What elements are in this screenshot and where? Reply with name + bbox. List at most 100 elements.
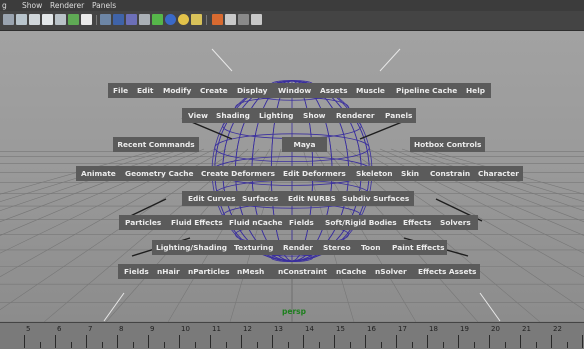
xray-joints-icon[interactable] [225,14,236,25]
frame-subtick [380,342,382,348]
menu-renderer[interactable]: Renderer [50,0,84,11]
hotbox-menu-constrain[interactable]: Constrain [430,166,470,181]
hotbox-menu-edit-curves[interactable]: Edit Curves [188,191,236,206]
hotbox-menu-lighting-shading[interactable]: Lighting/Shading [156,240,227,255]
hotbox-menu-show[interactable]: Show [303,108,326,123]
frame-subtick [287,342,289,348]
frame-subtick [132,342,134,348]
hotbox-menu-render[interactable]: Render [283,240,313,255]
hotbox-menu-effects[interactable]: Effects [403,215,431,230]
isolate-select-icon[interactable] [212,14,223,25]
perspective-viewport[interactable]: File Edit Modify Create Display Window A… [0,31,584,322]
hotbox-menu-edit[interactable]: Edit [137,83,153,98]
hotbox-center-maya[interactable]: Maya [282,137,327,152]
hotbox-menu-effects-assets[interactable]: Effects Assets [418,264,476,279]
hotbox-menu-view[interactable]: View [188,108,208,123]
time-slider[interactable]: 567891011121314151617181920212223 [0,322,584,349]
frame-number: 21 [522,325,531,333]
hotbox-menu-nsolver[interactable]: nSolver [375,264,407,279]
film-gate-icon[interactable] [68,14,79,25]
hotbox-menu-display[interactable]: Display [237,83,267,98]
hotbox-menu-muscle[interactable]: Muscle [356,83,385,98]
hotbox-menu-toon[interactable]: Toon [361,240,380,255]
hotbox-menu-assets[interactable]: Assets [320,83,347,98]
hotbox-menu-file[interactable]: File [113,83,128,98]
frame-tick [241,335,242,348]
menu-show[interactable]: Show [22,0,42,11]
highlight-line [479,292,501,322]
hotbox-menu-nparticles[interactable]: nParticles [188,264,230,279]
xray-icon[interactable] [139,14,150,25]
hotbox-menu-panels[interactable]: Panels [385,108,412,123]
frame-subtick [101,342,103,348]
frame-tick [55,335,56,348]
menu-panels[interactable]: Panels [92,0,116,11]
hotbox-menu-edit-nurbs[interactable]: Edit NURBS [288,191,336,206]
hotbox-menu-animate[interactable]: Animate [81,166,116,181]
shadows-icon[interactable] [191,14,202,25]
hotbox-menu-lighting[interactable]: Lighting [259,108,293,123]
hotbox-menu-fluid-effects[interactable]: Fluid Effects [171,215,223,230]
frame-number: 5 [26,325,31,333]
textured-icon[interactable] [152,14,163,25]
hotbox-menu-surfaces[interactable]: Surfaces [242,191,278,206]
frame-tick [489,335,490,348]
snap-tool-icon[interactable] [251,14,262,25]
xray-active-icon[interactable] [238,14,249,25]
hotbox-menu-window[interactable]: Window [278,83,311,98]
hotbox-menu-skin[interactable]: Skin [401,166,419,181]
hotbox-menu-particles[interactable]: Particles [125,215,161,230]
hotbox-menu-renderer[interactable]: Renderer [336,108,375,123]
hotbox-panel-menu-row: View Shading Lighting Show Renderer Pane… [182,108,416,123]
hotbox-main-menu-row: File Edit Modify Create Display Window A… [108,83,491,98]
frame-number: 12 [243,325,252,333]
hotbox-menu-edit-deformers[interactable]: Edit Deformers [283,166,346,181]
hotbox-menu-fields[interactable]: Fields [289,215,314,230]
frame-subtick [442,342,444,348]
hotbox-menu-geometry-cache[interactable]: Geometry Cache [125,166,194,181]
hotbox-menu-ncache[interactable]: nCache [336,264,366,279]
frame-number: 17 [398,325,407,333]
frame-number: 8 [119,325,124,333]
bookmark-icon[interactable] [29,14,40,25]
hotbox-menu-help[interactable]: Help [466,83,485,98]
hotbox-menu-nmesh[interactable]: nMesh [237,264,264,279]
wireframe-icon[interactable] [100,14,111,25]
hotbox-menu-create[interactable]: Create [200,83,228,98]
hotbox-controls[interactable]: Hotbox Controls [410,137,485,152]
grid-icon[interactable] [55,14,66,25]
menu-truncated[interactable]: g [2,0,7,11]
hotbox-menu-skeleton[interactable]: Skeleton [356,166,392,181]
hotbox-menu-shading[interactable]: Shading [216,108,250,123]
frame-subtick [194,342,196,348]
hotbox-menu-pipeline-cache[interactable]: Pipeline Cache [396,83,457,98]
hotbox-dynamics-menu-row: Particles Fluid Effects Fluid nCache Fie… [119,215,478,230]
hotbox-menu-fields-n[interactable]: Fields [124,264,149,279]
hotbox-recent-commands[interactable]: Recent Commands [113,137,199,152]
smooth-shade-icon[interactable] [113,14,124,25]
hotbox-menu-nhair[interactable]: nHair [157,264,180,279]
hotbox-menu-create-deformers[interactable]: Create Deformers [201,166,275,181]
hotbox-menu-modify[interactable]: Modify [163,83,191,98]
frame-tick [396,335,397,348]
frame-subtick [225,342,227,348]
camera-attributes-icon[interactable] [16,14,27,25]
lights-icon[interactable] [165,14,176,25]
hotbox-menu-solvers[interactable]: Solvers [440,215,471,230]
hotbox-menu-nconstraint[interactable]: nConstraint [278,264,327,279]
hotbox-menu-fluid-ncache[interactable]: Fluid nCache [229,215,283,230]
use-all-lights-icon[interactable] [178,14,189,25]
hotbox-menu-character[interactable]: Character [478,166,519,181]
hotbox-menu-paint-effects[interactable]: Paint Effects [392,240,444,255]
frame-number: 22 [553,325,562,333]
hotbox-menu-soft-rigid-bodies[interactable]: Soft/Rigid Bodies [325,215,397,230]
hotbox-surfaces-menu-row: Edit Curves Surfaces Edit NURBS Subdiv S… [182,191,414,206]
select-camera-icon[interactable] [3,14,14,25]
wireframe-on-shaded-icon[interactable] [126,14,137,25]
image-plane-icon[interactable] [42,14,53,25]
hotbox-menu-stereo[interactable]: Stereo [323,240,351,255]
hotbox-menu-texturing[interactable]: Texturing [234,240,273,255]
resolution-gate-icon[interactable] [81,14,92,25]
frame-tick [551,335,552,348]
hotbox-menu-subdiv-surfaces[interactable]: Subdiv Surfaces [342,191,409,206]
